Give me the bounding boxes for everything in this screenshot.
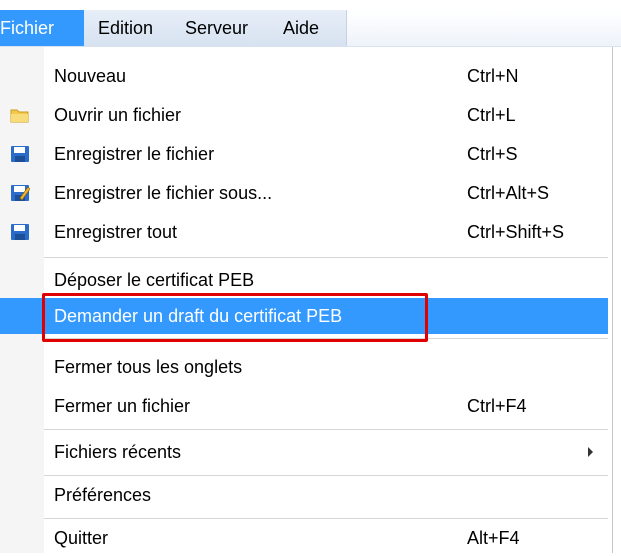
- menu-item-label: Enregistrer le fichier sous...: [54, 183, 273, 203]
- menu-item-shortcut: Ctrl+Alt+S: [467, 183, 550, 203]
- menu-item-fermer-onglets[interactable]: Fermer tous les onglets: [0, 349, 608, 385]
- menu-bar: Fichier Edition Serveur Aide: [0, 10, 621, 47]
- menu-fichier[interactable]: Fichier: [0, 10, 84, 46]
- floppy-disk-icon: [11, 224, 29, 240]
- menu-item-shortcut: Ctrl+L: [467, 105, 516, 125]
- menu-aide[interactable]: Aide: [283, 10, 319, 46]
- menu-item-enregistrer-sous[interactable]: Enregistrer le fichier sous... Ctrl+Alt+…: [0, 175, 608, 211]
- menu-fichier-label: Fichier: [0, 18, 55, 38]
- menu-item-shortcut: Ctrl+S: [467, 144, 518, 164]
- menu-item-enregistrer-fichier[interactable]: Enregistrer le fichier Ctrl+S: [0, 136, 608, 172]
- menu-edition-label: Edition: [98, 18, 154, 38]
- menu-separator: [44, 475, 608, 476]
- menu-item-shortcut: Ctrl+Shift+S: [467, 222, 565, 242]
- menu-item-nouveau[interactable]: Nouveau Ctrl+N: [0, 58, 608, 94]
- menu-item-label: Ouvrir un fichier: [54, 105, 182, 125]
- menu-item-shortcut: Ctrl+F4: [467, 396, 527, 416]
- menu-item-label: Quitter: [54, 528, 109, 548]
- menu-item-label: Fichiers récents: [54, 442, 182, 462]
- menu-item-preferences[interactable]: Préférences: [0, 477, 608, 513]
- save-as-icon: [11, 185, 30, 201]
- menu-item-fermer-fichier[interactable]: Fermer un fichier Ctrl+F4: [0, 388, 608, 424]
- menu-separator: [44, 429, 608, 430]
- annotation-highlight-box: [42, 293, 428, 342]
- menu-item-ouvrir-fichier[interactable]: Ouvrir un fichier Ctrl+L: [0, 97, 608, 133]
- menu-item-label: Enregistrer le fichier: [54, 144, 215, 164]
- folder-icon: [10, 109, 29, 123]
- menu-item-label: Enregistrer tout: [54, 222, 178, 242]
- menu-item-fichiers-recents[interactable]: Fichiers récents: [0, 434, 608, 470]
- menu-item-label: Nouveau: [54, 66, 127, 86]
- menu-item-enregistrer-tout[interactable]: Enregistrer tout Ctrl+Shift+S: [0, 214, 608, 250]
- submenu-arrow-icon: [588, 447, 593, 457]
- menu-edition[interactable]: Edition: [98, 10, 153, 46]
- menu-item-quitter[interactable]: Quitter Alt+F4: [0, 520, 608, 556]
- menu-separator: [44, 257, 608, 258]
- menu-item-label: Fermer un fichier: [54, 396, 191, 416]
- menu-item-label: Préférences: [54, 485, 152, 505]
- menu-aide-label: Aide: [283, 18, 320, 38]
- floppy-disk-icon: [11, 146, 29, 162]
- menu-serveur-label: Serveur: [185, 18, 249, 38]
- menu-item-shortcut: Alt+F4: [467, 528, 520, 548]
- menu-item-shortcut: Ctrl+N: [467, 66, 519, 86]
- menu-item-label: Fermer tous les onglets: [54, 357, 243, 377]
- menu-serveur[interactable]: Serveur: [185, 10, 248, 46]
- menu-separator: [44, 518, 608, 519]
